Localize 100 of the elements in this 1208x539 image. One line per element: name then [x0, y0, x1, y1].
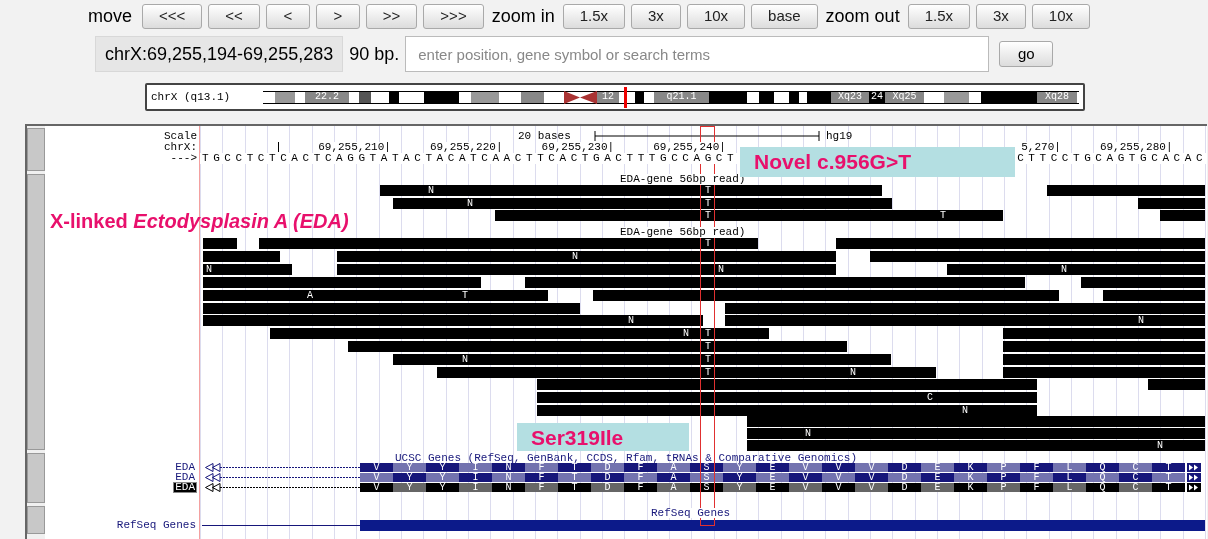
ideogram-band: 24 [869, 91, 885, 103]
ideogram-band [471, 91, 499, 103]
nav-button[interactable]: > [315, 3, 360, 29]
nav-button[interactable]: >>> [423, 3, 484, 29]
amino-acid: E [921, 463, 954, 472]
amino-acid: T [1152, 483, 1185, 492]
mismatch-base: T [462, 290, 468, 301]
amino-acid: V [360, 473, 393, 482]
amino-acid: V [789, 483, 822, 492]
nav-button[interactable]: 3x [631, 3, 681, 29]
amino-acid: Y [723, 473, 756, 482]
ideogram-band [709, 91, 747, 103]
amino-acid: E [756, 463, 789, 472]
double-arrow-icon [1187, 473, 1201, 482]
amino-acid: T [1152, 473, 1185, 482]
mismatch-base: N [428, 185, 434, 196]
nav-button[interactable]: <<< [142, 3, 203, 29]
amino-acid: P [987, 463, 1020, 472]
mismatch-base: N [467, 198, 473, 209]
amino-acid: V [855, 473, 888, 482]
amino-acid: L [1053, 463, 1086, 472]
amino-acid: S [690, 473, 723, 482]
nav-button[interactable]: << [208, 3, 260, 29]
track-label: EDA-gene 56bp read) [620, 174, 746, 185]
nav-button[interactable]: 10x [686, 3, 746, 29]
mismatch-base: N [628, 315, 634, 326]
amino-acid: E [756, 473, 789, 482]
amino-acid: A [657, 463, 690, 472]
ideogram-band [789, 91, 799, 103]
mismatch-base: T [705, 328, 711, 339]
mismatch-base: N [572, 251, 578, 262]
amino-acid: I [459, 473, 492, 482]
mismatch-base: A [307, 290, 313, 301]
ideogram-band [944, 91, 969, 103]
annotation-label: X-linked Ectodysplasin A (EDA) [50, 209, 349, 234]
tick-label: 69,255,210| [318, 142, 391, 153]
tick-mark [278, 142, 280, 152]
gene-label[interactable]: EDA [174, 473, 196, 482]
amino-acid: F [1020, 463, 1053, 472]
amino-acid: Y [723, 483, 756, 492]
track-title: UCSC Genes (RefSeq, GenBank, CCDS, Rfam, tRNAs & Comparative Genomics) [395, 453, 858, 463]
amino-acid: V [360, 463, 393, 472]
dna-sequence: TGCCTCTCACTCAGGTATACTACATCAACTTCACTGACTTTGCCAGCT [200, 153, 739, 164]
amino-acid: V [822, 463, 855, 472]
zoom-out-label: zoom out [825, 4, 900, 28]
go-button[interactable]: go [999, 41, 1054, 67]
amino-acid: A [657, 473, 690, 482]
amino-acid: S [690, 463, 723, 472]
gene-label[interactable]: EDA [174, 483, 196, 492]
amino-acid: E [921, 473, 954, 482]
size-readout: 90 bp. [349, 42, 400, 66]
amino-acid: E [921, 483, 954, 492]
nav-button[interactable]: 1.5x [907, 3, 970, 29]
mismatch-base: T [705, 341, 711, 352]
amino-acid: F [525, 483, 558, 492]
gene-label[interactable]: EDA [174, 463, 196, 472]
nav-button[interactable]: 3x [976, 3, 1026, 29]
amino-acid: D [591, 473, 624, 482]
amino-acid: A [657, 483, 690, 492]
nav-button[interactable]: < [265, 3, 310, 29]
mismatch-base: N [1061, 264, 1067, 275]
amino-acid: I [459, 483, 492, 492]
amino-acid: D [888, 463, 921, 472]
ideogram-band: Xq28 [1037, 91, 1077, 103]
ideogram-band [275, 91, 295, 103]
amino-acid: C [1119, 483, 1152, 492]
amino-acid: Y [426, 483, 459, 492]
amino-acid: K [954, 473, 987, 482]
amino-acid: V [789, 473, 822, 482]
nav-button[interactable]: >> [365, 3, 418, 29]
amino-acid: V [855, 463, 888, 472]
amino-acid: T [558, 473, 591, 482]
amino-acid: V [822, 483, 855, 492]
amino-acid: Y [393, 473, 426, 482]
mismatch-base: N [1157, 440, 1163, 451]
amino-acid: T [558, 463, 591, 472]
mismatch-base: T [705, 198, 711, 209]
amino-acid: D [591, 483, 624, 492]
mismatch-base: N [206, 264, 212, 275]
amino-acid: F [1020, 483, 1053, 492]
chrom-label: chrX: [164, 142, 197, 153]
amino-acid: C [1119, 463, 1152, 472]
double-arrow-icon [1187, 483, 1201, 492]
amino-acid: T [558, 483, 591, 492]
chromosome-ideogram[interactable]: chrX (q13.1) 22.2 12 q21.1 Xq23 24 Xq25 Xq28 [145, 83, 1085, 111]
amino-acid: Y [393, 463, 426, 472]
position-marker [624, 86, 627, 108]
ideogram-band: 12 [597, 91, 619, 103]
nav-button[interactable]: 1.5x [562, 3, 626, 29]
tick-label: 69,255,240| [653, 142, 726, 153]
amino-acid: Q [1086, 483, 1119, 492]
mismatch-base: T [705, 185, 711, 196]
amino-acid: V [360, 483, 393, 492]
annotation-label: Ser319Ile [517, 423, 689, 451]
search-field[interactable]: enter position, gene symbol or search terms [405, 36, 990, 72]
nav-button[interactable]: 10x [1031, 3, 1091, 29]
mismatch-base: T [705, 367, 711, 378]
read-bar [203, 238, 237, 249]
amino-acid: Y [723, 463, 756, 472]
nav-button[interactable]: base [751, 3, 818, 29]
